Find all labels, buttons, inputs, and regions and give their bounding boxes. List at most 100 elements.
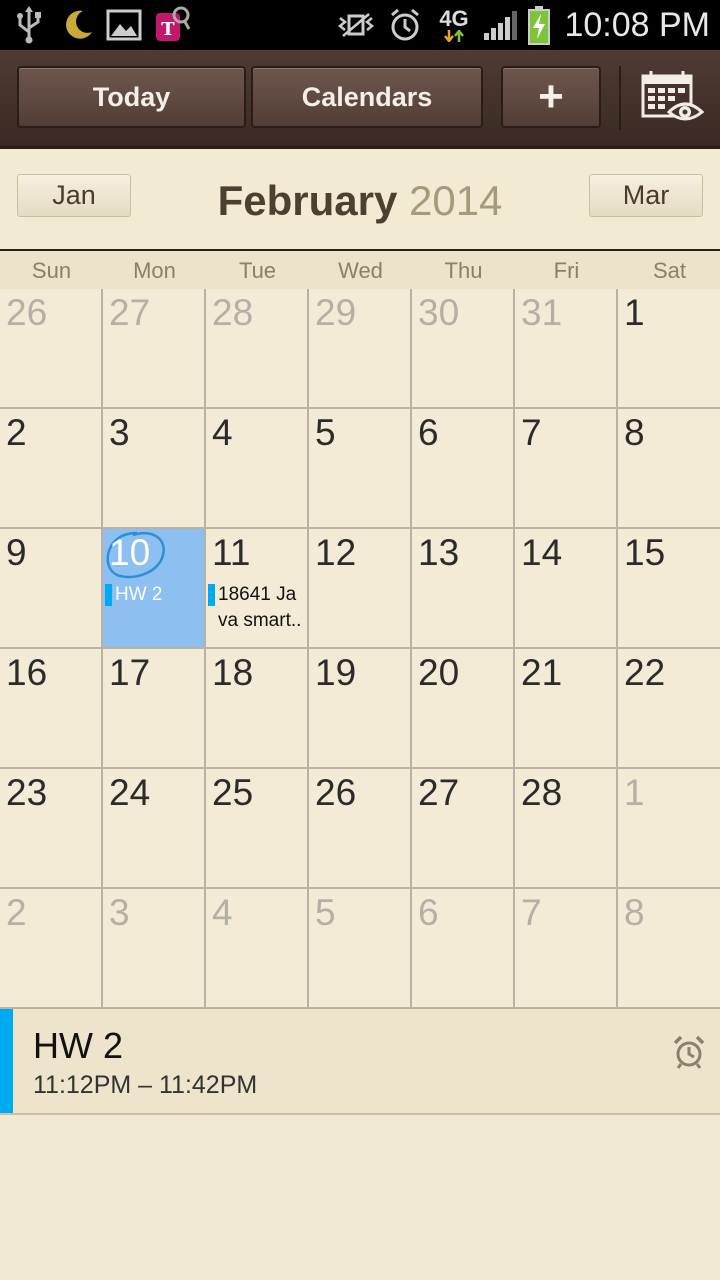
day-cell[interactable]: 20 <box>412 649 515 769</box>
signal-icon <box>482 0 520 50</box>
day-cell[interactable]: 7 <box>515 409 618 529</box>
day-cell[interactable]: 7 <box>515 889 618 1009</box>
event-label: HW 2 <box>115 584 163 605</box>
day-number: 20 <box>418 652 460 693</box>
event-time: 11:12PM – 11:42PM <box>33 1071 258 1099</box>
day-number: 12 <box>315 532 357 573</box>
day-number: 29 <box>315 292 357 333</box>
day-number: 8 <box>624 892 645 933</box>
next-month-button[interactable]: Mar <box>589 174 703 217</box>
day-cell[interactable]: 9 <box>0 529 103 649</box>
day-number: 30 <box>418 292 460 333</box>
vibrate-icon <box>336 0 376 50</box>
day-number: 24 <box>109 772 151 813</box>
month-grid: 26 27 28 29 30 31 1 2 3 4 5 6 7 8 9 10 HW 2 11 18641 Ja va… <box>0 289 720 1009</box>
day-number: 14 <box>521 532 563 573</box>
day-cell[interactable]: 17 <box>103 649 206 769</box>
day-number: 4 <box>212 892 233 933</box>
calendars-button[interactable]: Calendars <box>251 66 483 128</box>
day-cell[interactable]: 26 <box>309 769 412 889</box>
day-number: 8 <box>624 412 645 453</box>
day-number: 9 <box>6 532 27 573</box>
day-number: 19 <box>315 652 357 693</box>
day-number: 25 <box>212 772 254 813</box>
event-detail-item[interactable]: HW 2 11:12PM – 11:42PM <box>0 1009 720 1115</box>
day-number: 21 <box>521 652 563 693</box>
day-cell[interactable]: 28 <box>206 289 309 409</box>
day-cell[interactable]: 12 <box>309 529 412 649</box>
weekday-label: Sun <box>31 258 72 283</box>
event-title: HW 2 <box>33 1025 123 1066</box>
moon-icon <box>58 0 98 50</box>
status-time: 10:08 PM <box>564 6 710 44</box>
day-cell[interactable]: 1 <box>618 769 720 889</box>
day-cell[interactable]: 5 <box>309 889 412 1009</box>
day-number: 2 <box>6 892 27 933</box>
weekday-label: Fri <box>553 258 580 283</box>
day-cell[interactable]: 8 <box>618 889 720 1009</box>
year-label: 2014 <box>408 177 503 224</box>
day-cell[interactable]: 13 <box>412 529 515 649</box>
status-bar: T 4G 10:08 PM <box>0 0 720 50</box>
day-number: 26 <box>6 292 48 333</box>
day-cell[interactable]: 30 <box>412 289 515 409</box>
weekday-label: Thu <box>444 258 483 283</box>
day-number: 16 <box>6 652 48 693</box>
day-cell[interactable]: 6 <box>412 889 515 1009</box>
day-cell[interactable]: 2 <box>0 409 103 529</box>
day-cell[interactable]: 1 <box>618 289 720 409</box>
svg-text:T: T <box>161 19 175 40</box>
day-cell[interactable]: 18 <box>206 649 309 769</box>
day-cell[interactable]: 25 <box>206 769 309 889</box>
day-cell[interactable]: 4 <box>206 889 309 1009</box>
day-cell[interactable]: 3 <box>103 889 206 1009</box>
day-cell[interactable]: 21 <box>515 649 618 769</box>
action-bar: Today Calendars + <box>0 50 720 149</box>
day-cell[interactable]: 27 <box>412 769 515 889</box>
day-cell[interactable]: 31 <box>515 289 618 409</box>
day-cell[interactable]: 14 <box>515 529 618 649</box>
add-event-button[interactable]: + <box>501 66 601 128</box>
usb-icon <box>12 0 46 50</box>
day-number: 13 <box>418 532 460 573</box>
month-header: Jan February 2014 Mar <box>0 149 720 250</box>
day-cell[interactable]: 3 <box>103 409 206 529</box>
day-number: 1 <box>624 292 645 333</box>
day-cell[interactable]: 11 18641 Ja va smart.. <box>206 529 309 649</box>
event-color-bar <box>105 584 112 606</box>
event-color-bar <box>0 1009 13 1113</box>
weekday-label: Sat <box>652 258 687 283</box>
day-cell[interactable]: 8 <box>618 409 720 529</box>
day-cell[interactable]: 4 <box>206 409 309 529</box>
day-cell[interactable]: 28 <box>515 769 618 889</box>
weekday-label: Tue <box>238 258 277 283</box>
day-cell[interactable]: 26 <box>0 289 103 409</box>
image-icon <box>104 0 144 50</box>
day-cell[interactable]: 19 <box>309 649 412 769</box>
day-cell[interactable]: 23 <box>0 769 103 889</box>
day-cell[interactable]: 22 <box>618 649 720 769</box>
day-cell[interactable]: 16 <box>0 649 103 769</box>
empty-area <box>0 1115 720 1280</box>
day-cell[interactable]: 5 <box>309 409 412 529</box>
day-cell[interactable]: 2 <box>0 889 103 1009</box>
today-button[interactable]: Today <box>17 66 246 128</box>
network-label: 4G <box>439 6 469 31</box>
day-number: 1 <box>624 772 645 813</box>
day-cell[interactable]: 15 <box>618 529 720 649</box>
day-number: 7 <box>521 892 542 933</box>
tmobile-icon: T <box>152 0 192 50</box>
day-cell[interactable]: 6 <box>412 409 515 529</box>
calendar-view-icon[interactable] <box>636 68 708 128</box>
day-cell[interactable]: 29 <box>309 289 412 409</box>
day-cell[interactable]: 10 HW 2 <box>103 529 206 649</box>
day-number: 28 <box>521 772 563 813</box>
day-number: 4 <box>212 412 233 453</box>
day-number: 18 <box>212 652 254 693</box>
day-cell[interactable]: 27 <box>103 289 206 409</box>
day-cell[interactable]: 24 <box>103 769 206 889</box>
day-number: 27 <box>109 292 151 333</box>
day-number: 27 <box>418 772 460 813</box>
event-color-bar <box>208 584 215 606</box>
month-name: February <box>217 177 398 224</box>
